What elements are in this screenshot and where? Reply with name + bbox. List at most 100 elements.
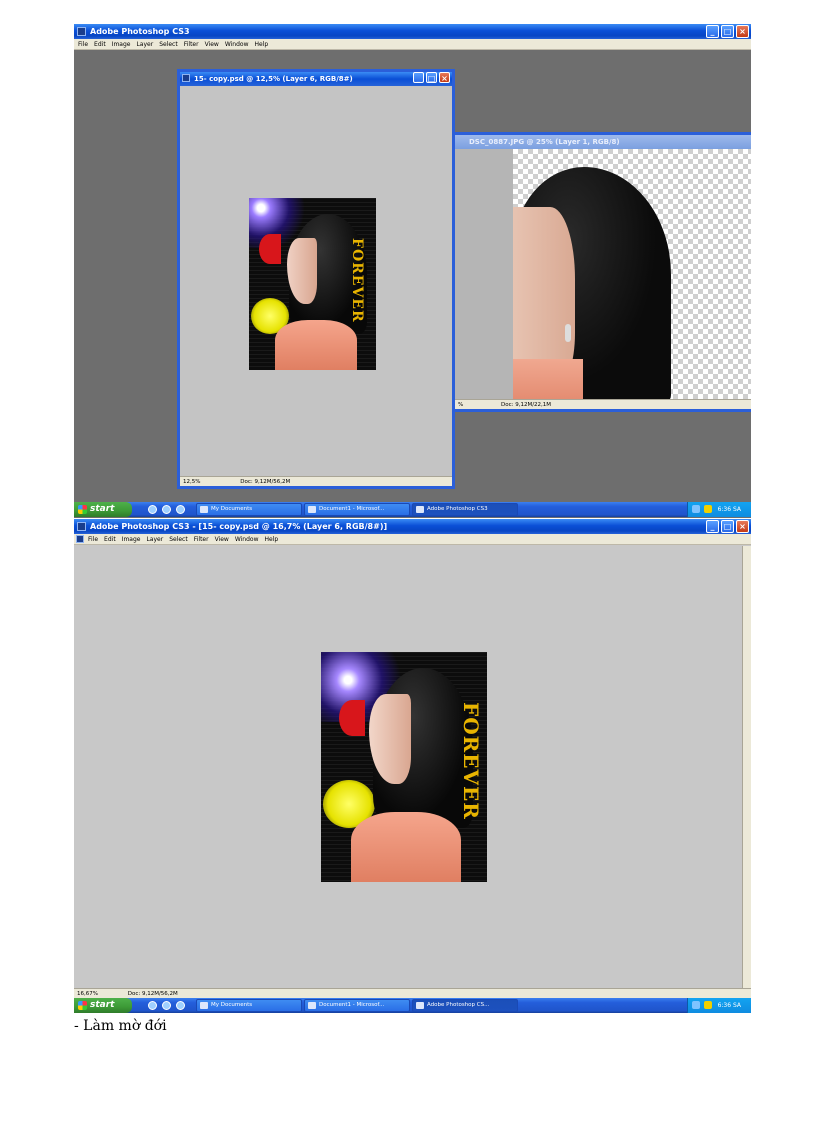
taskbar-item-photoshop[interactable]: Adobe Photoshop CS3 [412,503,518,516]
tray-arrow-icon[interactable] [692,505,700,513]
quicklaunch-mediaplayer-icon[interactable] [162,1001,171,1010]
close-button[interactable]: × [736,25,749,38]
document-window-15-copy[interactable]: 15- copy.psd @ 12,5% (Layer 6, RGB/8#) _… [177,69,455,489]
word-icon [308,1002,316,1009]
close-button[interactable]: × [736,520,749,533]
menu-filter[interactable]: Filter [184,39,199,49]
document-caption: - Làm mờ đới [74,1018,167,1034]
menu-view[interactable]: View [205,39,219,49]
maximize-button[interactable]: □ [721,25,734,38]
windows-flag-icon [78,1001,87,1010]
red-shape [339,700,365,736]
minimize-button[interactable]: _ [706,520,719,533]
quicklaunch-desktop-icon[interactable] [176,505,185,514]
shirt [351,812,461,882]
start-button[interactable]: start [74,502,132,517]
zoom-level[interactable]: % [458,400,463,410]
canvas-photo[interactable] [455,149,751,407]
menu-select[interactable]: Select [169,534,188,544]
menu-edit[interactable]: Edit [104,534,116,544]
menu-layer[interactable]: Layer [146,534,163,544]
quicklaunch-desktop-icon[interactable] [176,1001,185,1010]
canvas-composition[interactable]: FOREVER [180,86,452,476]
photoshop-app-icon [77,27,86,36]
artwork: FOREVER [321,652,487,882]
system-tray: 6:36 SA [687,502,751,517]
restore-button[interactable]: □ [721,520,734,533]
windows-flag-icon [78,505,87,514]
menu-image[interactable]: Image [112,39,131,49]
menu-help[interactable]: Help [255,39,269,49]
doc-info: Doc: 9,12M/56,2M [240,479,291,485]
shirt [275,320,357,370]
document-title-bar[interactable]: 15- copy.psd @ 12,5% (Layer 6, RGB/8#) _… [180,72,452,86]
status-bar: 16,67% Doc: 9,12M/56,2M [74,988,751,998]
doc-info: Doc: 9,12M/22,1M [500,402,552,408]
app-title-bar[interactable]: Adobe Photoshop CS3 - [15- copy.psd @ 16… [74,519,751,534]
minimize-button[interactable]: _ [706,25,719,38]
quicklaunch-ie-icon[interactable] [148,505,157,514]
tray-lang-icon[interactable] [704,1001,712,1009]
photoshop-icon [416,1002,424,1009]
status-bar: 12,5% Doc: 9,12M/56,2M [180,476,452,486]
canvas-composition[interactable]: FOREVER [74,546,742,988]
document-icon [182,74,190,82]
menu-view[interactable]: View [215,534,229,544]
menu-window[interactable]: Window [225,39,249,49]
vertical-scrollbar[interactable] [742,546,751,988]
screenshot-photoshop-two-windows: Adobe Photoshop CS3 _ □ × File Edit Imag… [74,24,751,518]
clock: 6:36 SA [717,506,741,513]
taskbar-item-document1[interactable]: Document1 - Microsof... [304,503,410,516]
photoshop-app-icon [77,522,86,531]
menu-help[interactable]: Help [265,534,279,544]
taskbar-item-my-documents[interactable]: My Documents [196,503,302,516]
earring [565,324,571,342]
maximize-button[interactable]: □ [426,72,437,83]
screenshot-photoshop-maximized: Adobe Photoshop CS3 - [15- copy.psd @ 16… [74,519,751,1013]
windows-taskbar: start My Documents Document1 - Microsof.… [74,502,751,517]
windows-taskbar: start My Documents Document1 - Microsof.… [74,998,751,1013]
menu-image[interactable]: Image [122,534,141,544]
window-controls: _ □ × [706,520,749,533]
taskbar-item-photoshop[interactable]: Adobe Photoshop CS... [412,999,518,1012]
tray-lang-icon[interactable] [704,505,712,513]
menu-select[interactable]: Select [159,39,178,49]
menu-filter[interactable]: Filter [194,534,209,544]
document-title: 15- copy.psd @ 12,5% (Layer 6, RGB/8#) [194,75,353,83]
taskbar-item-document1[interactable]: Document1 - Microsof... [304,999,410,1012]
menu-file[interactable]: File [78,39,88,49]
document-icon [76,535,84,543]
menu-edit[interactable]: Edit [94,39,106,49]
photoshop-icon [416,506,424,513]
minimize-button[interactable]: _ [413,72,424,83]
status-bar: % Doc: 9,12M/22,1M [455,399,751,409]
document-window-controls: _ □ × [413,72,450,85]
document-title-bar[interactable]: DSC_0887.JPG @ 25% (Layer 1, RGB/8) [455,135,751,149]
clock: 6:36 SA [717,1002,741,1009]
tray-arrow-icon[interactable] [692,1001,700,1009]
menu-file[interactable]: File [88,534,98,544]
close-button[interactable]: × [439,72,450,83]
zoom-level[interactable]: 12,5% [183,477,200,487]
quicklaunch-mediaplayer-icon[interactable] [162,505,171,514]
forever-text: FOREVER [349,238,365,323]
menu-bar: File Edit Image Layer Select Filter View… [74,39,751,50]
folder-icon [200,506,208,513]
document-window-dsc0887[interactable]: DSC_0887.JPG @ 25% (Layer 1, RGB/8) % Do… [452,132,751,412]
start-button[interactable]: start [74,998,132,1013]
forever-text: FOREVER [459,702,483,820]
taskbar-item-my-documents[interactable]: My Documents [196,999,302,1012]
word-icon [308,506,316,513]
folder-icon [200,1002,208,1009]
menu-layer[interactable]: Layer [136,39,153,49]
artwork-thumbnail: FOREVER [249,198,376,370]
app-title: Adobe Photoshop CS3 [90,27,190,36]
app-title-bar[interactable]: Adobe Photoshop CS3 _ □ × [74,24,751,39]
red-shape [259,234,281,264]
app-title: Adobe Photoshop CS3 - [15- copy.psd @ 16… [90,522,388,531]
quicklaunch-ie-icon[interactable] [148,1001,157,1010]
system-tray: 6:36 SA [687,998,751,1013]
document-title: DSC_0887.JPG @ 25% (Layer 1, RGB/8) [469,138,620,146]
menu-window[interactable]: Window [235,534,259,544]
menu-bar: File Edit Image Layer Select Filter View… [74,534,751,545]
